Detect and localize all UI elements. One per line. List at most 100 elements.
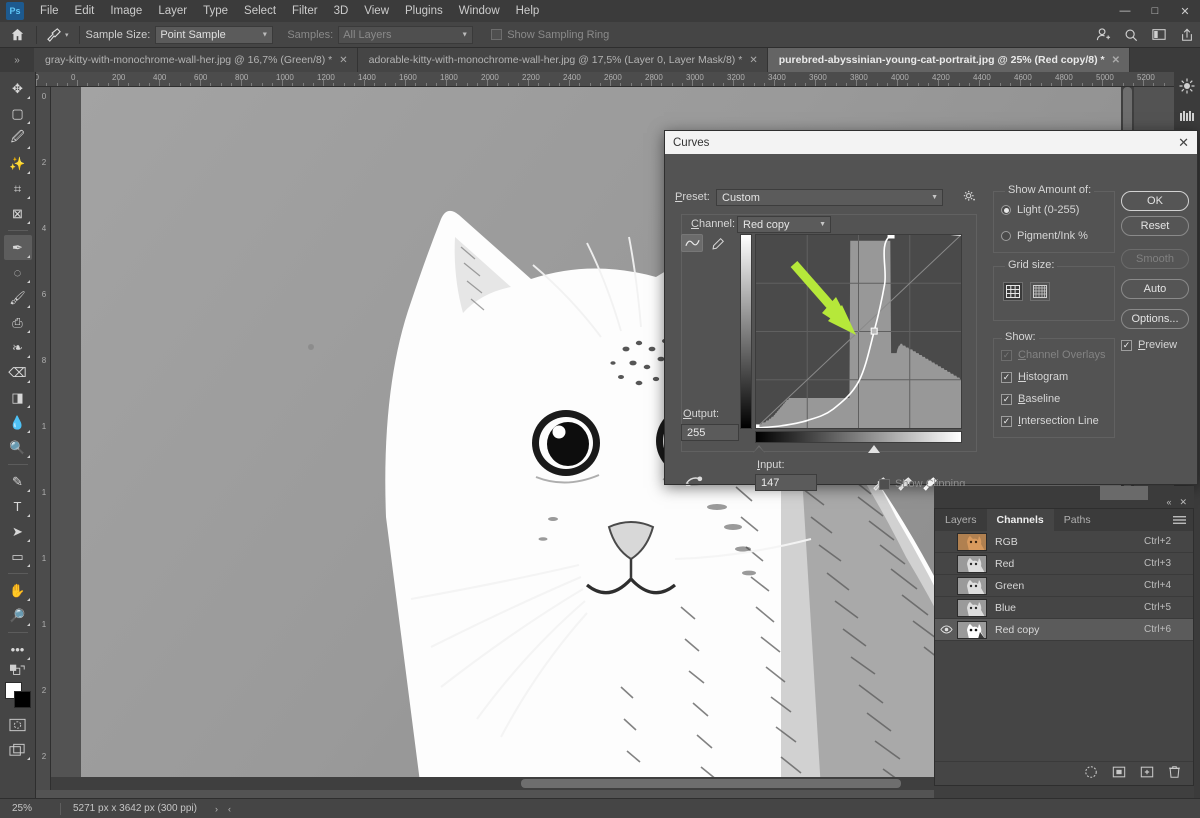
crop-tool[interactable]: ⌗ bbox=[4, 176, 32, 201]
path-selection-tool[interactable]: ➤ bbox=[4, 519, 32, 544]
rectangle-tool[interactable]: ▭ bbox=[4, 544, 32, 569]
eyedropper-tool[interactable]: ✒ bbox=[3, 235, 32, 260]
gradient-tool[interactable]: ◨ bbox=[4, 385, 32, 410]
show-option-checkbox[interactable]: ✓ bbox=[1001, 371, 1012, 383]
input-field[interactable]: 147 bbox=[755, 474, 817, 491]
document-tab-0[interactable]: gray-kitty-with-monochrome-wall-her.jpg … bbox=[34, 48, 358, 72]
curves-title-bar[interactable]: Curves ✕ bbox=[665, 131, 1197, 154]
curve-control-point[interactable] bbox=[870, 327, 878, 335]
grid-10x10-icon[interactable] bbox=[1030, 282, 1050, 301]
frame-tool[interactable]: ⊠ bbox=[4, 201, 32, 226]
channel-row[interactable]: Green Ctrl+4 bbox=[935, 575, 1193, 597]
show-option-checkbox[interactable]: ✓ bbox=[1001, 393, 1012, 405]
show-option-1[interactable]: ✓ Histogram bbox=[1001, 371, 1105, 383]
current-tool-indicator[interactable]: ▾ bbox=[43, 27, 73, 42]
channel-row[interactable]: Red Ctrl+3 bbox=[935, 553, 1193, 575]
preview-option[interactable]: ✓ Preview bbox=[1121, 339, 1177, 351]
search-icon[interactable] bbox=[1122, 26, 1140, 44]
menu-window[interactable]: Window bbox=[451, 0, 508, 22]
close-button[interactable]: ✕ bbox=[1170, 0, 1200, 22]
panel-dock-handle[interactable] bbox=[1100, 486, 1148, 500]
show-clipping-checkbox[interactable] bbox=[879, 478, 890, 490]
grid-4x4-icon[interactable] bbox=[1003, 282, 1023, 301]
menu-filter[interactable]: Filter bbox=[284, 0, 326, 22]
status-collapse-icon[interactable]: ‹ bbox=[218, 804, 231, 814]
panel-menu-icon[interactable] bbox=[1173, 515, 1186, 528]
scrollbar-thumb[interactable] bbox=[521, 779, 901, 788]
show-option-3[interactable]: ✓ Intersection Line bbox=[1001, 415, 1105, 427]
background-color-swatch[interactable] bbox=[13, 691, 31, 708]
menu-layer[interactable]: Layer bbox=[150, 0, 195, 22]
light-radio[interactable] bbox=[1001, 205, 1011, 215]
menu-plugins[interactable]: Plugins bbox=[397, 0, 451, 22]
menu-select[interactable]: Select bbox=[236, 0, 284, 22]
preview-checkbox[interactable]: ✓ bbox=[1121, 339, 1132, 351]
visibility-eye-icon[interactable] bbox=[935, 625, 957, 634]
channel-row[interactable]: RGB Ctrl+2 bbox=[935, 531, 1193, 553]
preset-gear-icon[interactable] bbox=[963, 190, 976, 206]
pigment-radio-option[interactable]: Pigment/Ink % bbox=[1001, 230, 1088, 242]
workspace-icon[interactable] bbox=[1150, 26, 1168, 44]
menu-image[interactable]: Image bbox=[102, 0, 150, 22]
menu-edit[interactable]: Edit bbox=[67, 0, 103, 22]
color-swatches[interactable] bbox=[4, 682, 31, 708]
pigment-radio[interactable] bbox=[1001, 231, 1011, 241]
document-tab-2[interactable]: purebred-abyssinian-young-cat-portrait.j… bbox=[767, 48, 1130, 72]
create-new-channel-icon[interactable] bbox=[1140, 765, 1154, 782]
dodge-tool[interactable]: 🔍 bbox=[4, 435, 32, 460]
person-add-icon[interactable] bbox=[1094, 26, 1112, 44]
lasso-tool[interactable]: 🖉 bbox=[4, 126, 32, 151]
zoom-tool[interactable]: 🔎 bbox=[4, 603, 32, 628]
load-channel-as-selection-icon[interactable] bbox=[1084, 765, 1098, 782]
show-option-2[interactable]: ✓ Baseline bbox=[1001, 393, 1105, 405]
home-icon[interactable] bbox=[4, 24, 30, 46]
curve-control-point[interactable] bbox=[756, 424, 760, 428]
quick-selection-tool[interactable]: ✨ bbox=[4, 151, 32, 176]
save-selection-as-channel-icon[interactable] bbox=[1112, 765, 1126, 782]
pencil-icon[interactable] bbox=[707, 234, 729, 252]
type-tool[interactable]: T bbox=[4, 494, 32, 519]
minimize-button[interactable]: — bbox=[1110, 0, 1140, 22]
edit-toolbar[interactable]: ••• bbox=[4, 637, 32, 662]
close-icon[interactable]: ✕ bbox=[1178, 135, 1189, 151]
share-icon[interactable] bbox=[1178, 26, 1196, 44]
panel-tab-paths[interactable]: Paths bbox=[1054, 509, 1101, 531]
menu-view[interactable]: View bbox=[356, 0, 397, 22]
document-tab-1[interactable]: adorable-kitty-with-monochrome-wall-her.… bbox=[357, 48, 768, 72]
channel-row[interactable]: Red copy Ctrl+6 bbox=[935, 619, 1193, 641]
light-radio-option[interactable]: Light (0-255) bbox=[1001, 204, 1079, 216]
preset-select[interactable]: Custom ▼ bbox=[716, 189, 943, 206]
history-brush-tool[interactable]: ❧ bbox=[4, 335, 32, 360]
brush-tool[interactable]: 🖌 bbox=[4, 285, 32, 310]
output-field[interactable]: 255 bbox=[681, 424, 739, 441]
ok-button[interactable]: OK bbox=[1121, 191, 1189, 211]
close-panel-icon[interactable]: ✕ bbox=[1179, 497, 1187, 508]
curve-plot[interactable] bbox=[756, 235, 961, 428]
sample-size-select[interactable]: Point Sample ▼ bbox=[155, 25, 274, 44]
collapse-icon[interactable]: « bbox=[1166, 497, 1171, 508]
smooth-curve-icon[interactable] bbox=[685, 474, 703, 491]
clone-stamp-tool[interactable]: ⎙ bbox=[4, 310, 32, 335]
reset-button[interactable]: Reset bbox=[1121, 216, 1189, 236]
menu-3d[interactable]: 3D bbox=[326, 0, 357, 22]
panel-tab-channels[interactable]: Channels bbox=[986, 509, 1054, 531]
curve-graph[interactable] bbox=[755, 234, 962, 429]
quick-mask-icon[interactable] bbox=[4, 712, 32, 737]
panel-tab-layers[interactable]: Layers bbox=[935, 509, 987, 531]
default-colors-icon[interactable] bbox=[4, 662, 32, 678]
libraries-icon[interactable] bbox=[1177, 106, 1197, 126]
blur-tool[interactable]: 💧 bbox=[4, 410, 32, 435]
show-sampling-ring-checkbox[interactable] bbox=[491, 29, 503, 40]
marquee-tool[interactable]: ▢ bbox=[4, 101, 32, 126]
close-tab-icon[interactable]: ✕ bbox=[1112, 55, 1120, 66]
close-tab-icon[interactable]: ✕ bbox=[339, 55, 347, 66]
show-sampling-ring-option[interactable]: Show Sampling Ring bbox=[491, 29, 609, 41]
adjustments-icon[interactable] bbox=[1177, 76, 1197, 96]
move-tool[interactable]: ✥ bbox=[4, 76, 32, 101]
hand-tool[interactable]: ✋ bbox=[4, 578, 32, 603]
spot-healing-tool[interactable]: ◌ bbox=[4, 260, 32, 285]
samples-select[interactable]: All Layers ▼ bbox=[338, 25, 474, 44]
options-button[interactable]: Options... bbox=[1121, 309, 1189, 329]
white-point-slider[interactable] bbox=[868, 445, 880, 453]
auto-button[interactable]: Auto bbox=[1121, 279, 1189, 299]
